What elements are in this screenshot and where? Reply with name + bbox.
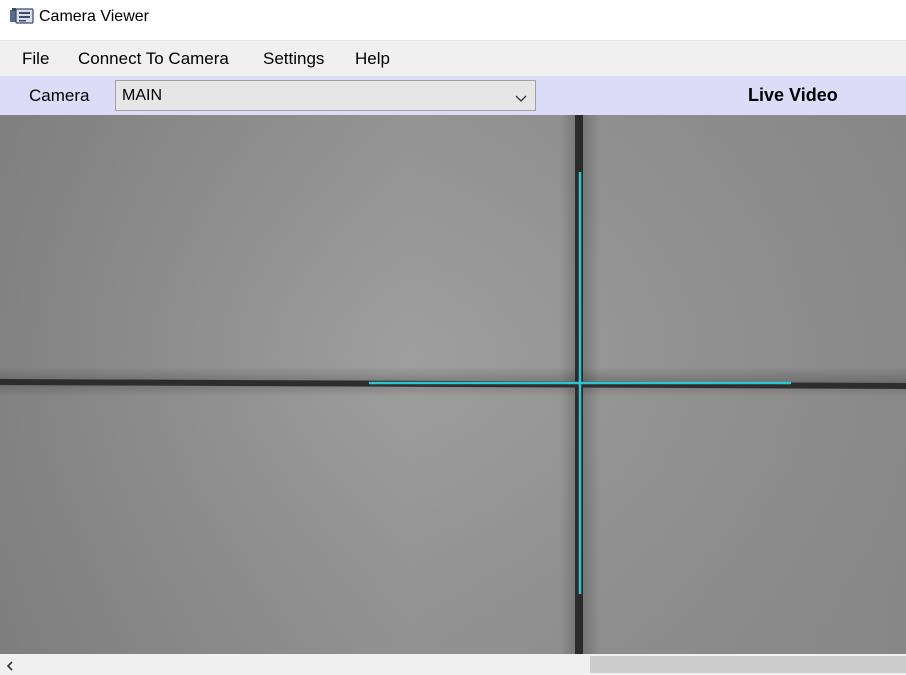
video-feed[interactable] <box>0 115 906 654</box>
scrollbar-thumb[interactable] <box>590 656 906 673</box>
title-bar: Camera Viewer <box>0 0 906 40</box>
video-camera-icon <box>9 6 35 28</box>
menu-settings[interactable]: Settings <box>263 49 324 69</box>
scroll-left-arrow-icon[interactable] <box>4 659 16 671</box>
camera-toolbar: Camera MAIN Live Video <box>0 76 906 115</box>
menu-connect-to-camera[interactable]: Connect To Camera <box>78 49 229 69</box>
menu-bar: File Connect To Camera Settings Help <box>0 40 906 76</box>
window-title: Camera Viewer <box>39 8 149 25</box>
menu-help[interactable]: Help <box>355 49 390 69</box>
chevron-down-icon <box>515 91 527 102</box>
live-video-status: Live Video <box>748 85 838 105</box>
horizontal-scrollbar[interactable] <box>0 654 906 675</box>
camera-select-value: MAIN <box>122 87 162 104</box>
camera-viewer-window: Camera Viewer File Connect To Camera Set… <box>0 0 906 675</box>
camera-label: Camera <box>29 86 90 105</box>
menu-file[interactable]: File <box>22 49 49 69</box>
video-frame <box>0 115 906 654</box>
camera-select[interactable]: MAIN <box>115 80 536 111</box>
